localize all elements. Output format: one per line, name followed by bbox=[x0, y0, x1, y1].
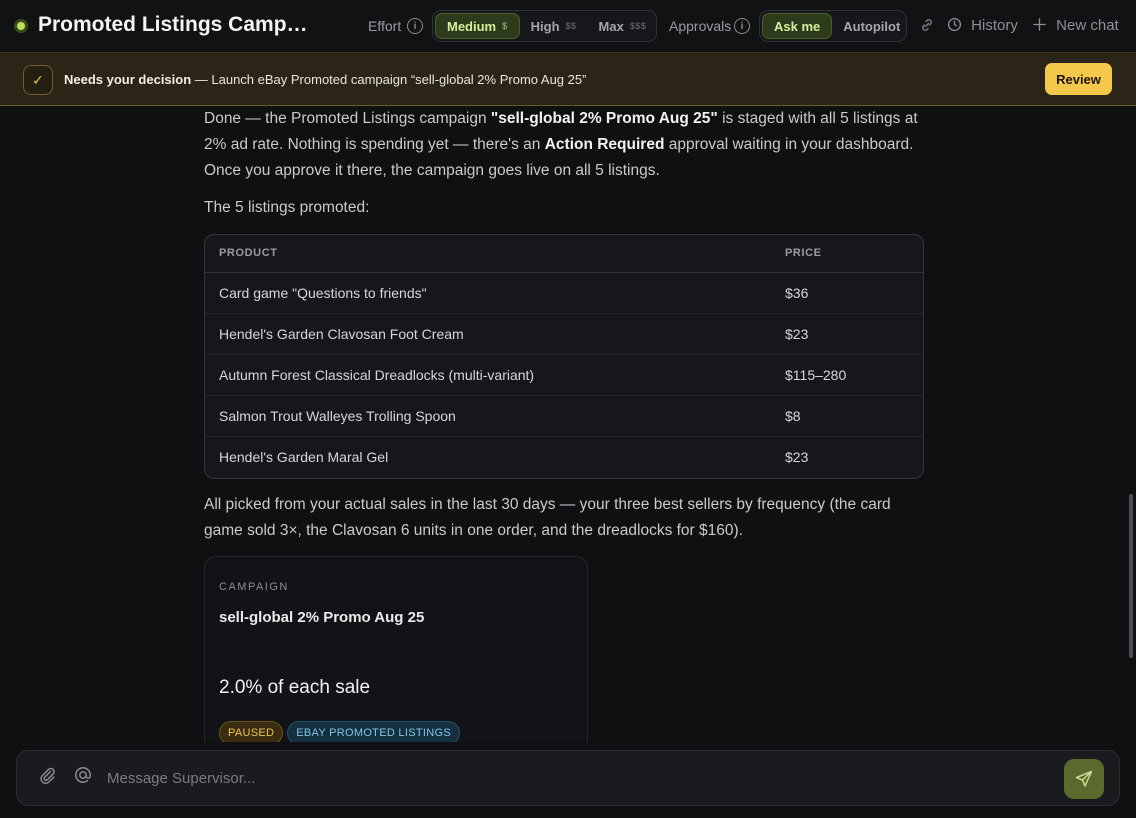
page-title: Promoted Listings Campai... bbox=[38, 13, 318, 36]
scrollbar-thumb[interactable] bbox=[1129, 494, 1133, 658]
decision-banner: ✓ Needs your decision — Launch eBay Prom… bbox=[0, 52, 1136, 106]
table-row: Salmon Trout Walleyes Trolling Spoon $8 bbox=[205, 396, 923, 437]
campaign-name: sell-global 2% Promo Aug 25 bbox=[219, 609, 425, 626]
banner-text: Needs your decision — Launch eBay Promot… bbox=[64, 72, 586, 87]
campaign-rate: 2.0% of each sale bbox=[219, 677, 371, 698]
table-row: Hendel's Garden Maral Gel $23 bbox=[205, 437, 923, 478]
approvals-info-icon[interactable]: i bbox=[734, 18, 750, 34]
message-input[interactable] bbox=[107, 763, 1047, 793]
effort-max-button[interactable]: Max $$$ bbox=[588, 13, 658, 39]
plus-icon bbox=[1033, 18, 1046, 35]
history-label: History bbox=[971, 17, 1018, 34]
column-header-product: PRODUCT bbox=[219, 247, 278, 259]
effort-selector: Medium $ High $$ Max $$$ bbox=[432, 10, 657, 42]
at-icon[interactable] bbox=[73, 765, 93, 790]
clock-icon bbox=[947, 17, 962, 36]
price-cell: $23 bbox=[785, 449, 809, 465]
approvals-ask-me-button[interactable]: Ask me bbox=[762, 13, 833, 39]
effort-label: Effort bbox=[368, 18, 402, 34]
approvals-selector: Ask me Autopilot bbox=[759, 10, 907, 42]
history-button[interactable]: History bbox=[947, 17, 1018, 36]
price-cell: $115–280 bbox=[785, 367, 847, 383]
app: Promoted Listings Campai... Effort i Med… bbox=[0, 0, 1136, 818]
product-cell: Card game "Questions to friends" bbox=[219, 285, 427, 301]
send-button[interactable] bbox=[1064, 759, 1104, 799]
table-row: Hendel's Garden Clavosan Foot Cream $23 bbox=[205, 314, 923, 355]
effort-high-button[interactable]: High $$ bbox=[520, 13, 588, 39]
card-kicker: CAMPAIGN bbox=[219, 581, 289, 593]
banner-detail: — Launch eBay Promoted campaign “sell-gl… bbox=[191, 72, 587, 87]
table-header: PRODUCT PRICE bbox=[205, 235, 923, 273]
new-chat-label: New chat bbox=[1056, 17, 1119, 34]
price-cell: $8 bbox=[785, 408, 801, 424]
product-cell: Salmon Trout Walleyes Trolling Spoon bbox=[219, 408, 456, 424]
approvals-autopilot-button[interactable]: Autopilot bbox=[832, 13, 911, 39]
status-dot-icon bbox=[14, 19, 28, 33]
check-icon: ✓ bbox=[23, 65, 53, 95]
table-row: Card game "Questions to friends" $36 bbox=[205, 273, 923, 314]
product-cell: Autumn Forest Classical Dreadlocks (mult… bbox=[219, 367, 535, 383]
link-icon[interactable] bbox=[919, 17, 935, 37]
banner-bold: Needs your decision bbox=[64, 72, 192, 87]
paperclip-icon[interactable] bbox=[37, 765, 57, 790]
message-paragraph-1: Done — the Promoted Listings campaign "s… bbox=[204, 110, 918, 179]
price-cell: $23 bbox=[785, 326, 809, 342]
listings-table: PRODUCT PRICE Card game "Questions to fr… bbox=[204, 234, 924, 479]
effort-medium-button[interactable]: Medium $ bbox=[435, 13, 520, 39]
new-chat-button[interactable]: New chat bbox=[1033, 17, 1119, 35]
product-cell: Hendel's Garden Clavosan Foot Cream bbox=[219, 326, 464, 342]
send-icon bbox=[1074, 769, 1094, 789]
message-paragraph-3: All picked from your actual sales in the… bbox=[204, 496, 891, 539]
approvals-label: Approvals bbox=[669, 18, 732, 34]
message-paragraph-2: The 5 listings promoted: bbox=[204, 199, 370, 216]
review-button[interactable]: Review bbox=[1045, 63, 1112, 95]
column-header-price: PRICE bbox=[785, 247, 822, 259]
price-cell: $36 bbox=[785, 285, 809, 301]
top-bar: Promoted Listings Campai... Effort i Med… bbox=[0, 0, 1136, 52]
campaign-card[interactable]: CAMPAIGN sell-global 2% Promo Aug 25 2.0… bbox=[204, 556, 588, 766]
message-composer bbox=[16, 750, 1120, 806]
product-cell: Hendel's Garden Maral Gel bbox=[219, 449, 389, 465]
effort-info-icon[interactable]: i bbox=[407, 18, 423, 34]
table-row: Autumn Forest Classical Dreadlocks (mult… bbox=[205, 355, 923, 396]
